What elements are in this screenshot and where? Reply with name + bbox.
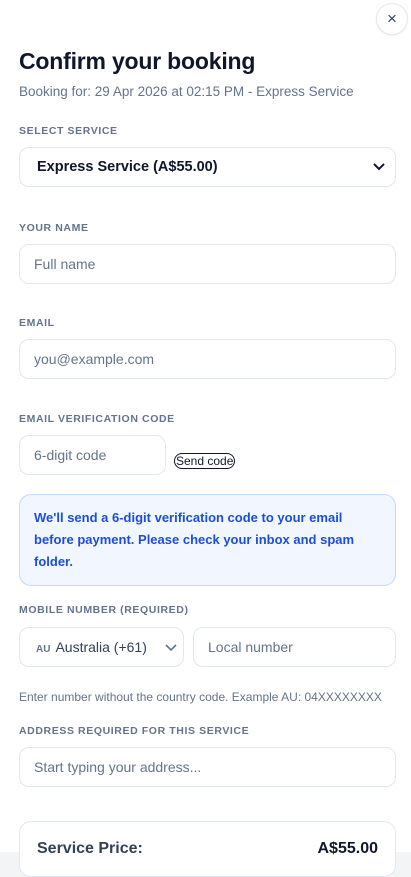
name-input[interactable]: Full name <box>19 244 396 284</box>
booking-subtitle: Booking for: 29 Apr 2026 at 02:15 PM - E… <box>19 84 354 99</box>
price-summary: Service Price: A$55.00 <box>19 821 396 877</box>
service-selected-value: Express Service (A$55.00) <box>37 159 218 175</box>
email-input[interactable]: you@example.com <box>19 339 396 379</box>
local-number-input[interactable]: Local number <box>193 627 396 667</box>
send-code-button[interactable]: Send code <box>174 453 236 469</box>
booking-panel: × Confirm your booking Booking for: 29 A… <box>0 0 411 877</box>
email-label: EMAIL <box>19 317 55 329</box>
service-label: SELECT SERVICE <box>19 125 118 137</box>
price-label: Service Price: <box>37 840 143 857</box>
country-name: Australia (+61) <box>55 639 147 655</box>
service-select[interactable]: Express Service (A$55.00) <box>19 147 396 187</box>
mobile-hint: Enter number without the country code. E… <box>19 690 382 704</box>
address-input[interactable]: Start typing your address... <box>19 747 396 787</box>
close-button[interactable]: × <box>376 3 408 35</box>
mobile-row: AU Australia (+61) Local number <box>19 627 396 667</box>
verification-code-input[interactable]: 6-digit code <box>19 435 166 475</box>
mobile-label: MOBILE NUMBER (REQUIRED) <box>19 604 189 616</box>
name-label: YOUR NAME <box>19 222 89 234</box>
country-select[interactable]: AU Australia (+61) <box>19 627 184 667</box>
chevron-down-icon <box>373 160 385 174</box>
chevron-down-icon <box>165 639 177 655</box>
page-title: Confirm your booking <box>19 48 256 74</box>
close-icon: × <box>387 9 397 28</box>
address-label: ADDRESS REQUIRED FOR THIS SERVICE <box>19 725 250 737</box>
country-code: AU <box>36 644 51 655</box>
verification-row: 6-digit code Send code <box>19 435 396 475</box>
verification-label: EMAIL VERIFICATION CODE <box>19 413 175 425</box>
price-value: A$55.00 <box>317 840 379 857</box>
verification-notice: We'll send a 6-digit verification code t… <box>19 494 396 586</box>
